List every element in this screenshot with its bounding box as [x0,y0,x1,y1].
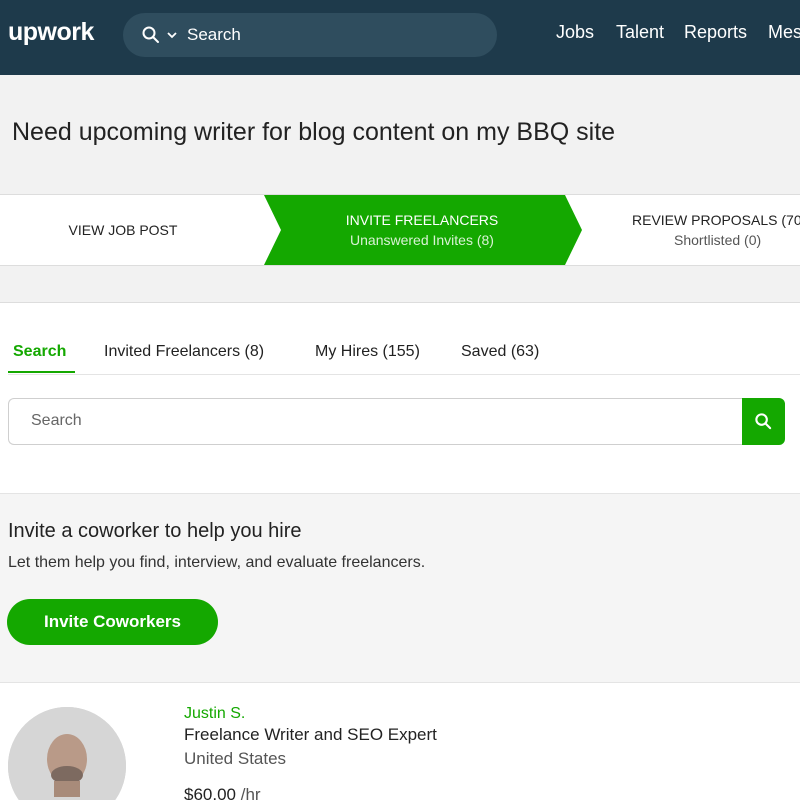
avatar-photo [8,707,126,800]
tab-divider [8,374,800,375]
global-search[interactable]: Search [123,13,497,57]
search-button[interactable] [742,398,785,445]
top-nav: upwork Search Jobs Talent Reports Mes [0,0,800,75]
active-tab-indicator [8,371,75,373]
step-label: VIEW JOB POST [68,222,178,238]
nav-link-jobs[interactable]: Jobs [556,22,594,43]
search-placeholder: Search [31,412,82,429]
avatar[interactable] [8,707,126,800]
tab-invited-freelancers[interactable]: Invited Freelancers (8) [104,343,264,361]
nav-link-talent[interactable]: Talent [616,22,664,43]
rate-unit: /hr [236,785,261,800]
step-sublabel: Unanswered Invites (8) [350,232,494,248]
invite-coworker-section: Invite a coworker to help you hire Let t… [0,493,800,683]
freelancer-rate: $60.00 /hr [184,785,261,800]
chevron-down-icon[interactable] [165,27,179,43]
step-sublabel: Shortlisted (0) [674,232,762,248]
nav-link-reports[interactable]: Reports [684,22,747,43]
nav-link-messages[interactable]: Mes [768,22,800,43]
invite-coworker-title: Invite a coworker to help you hire [8,520,302,542]
invite-freelancers-panel: Search Invited Freelancers (8) My Hires … [0,302,800,800]
tab-bar: Search Invited Freelancers (8) My Hires … [8,343,800,375]
step-review-proposals[interactable]: REVIEW PROPOSALS (70 Shortlisted (0) [600,195,800,265]
search-icon [755,413,772,430]
step-invite-freelancers[interactable]: INVITE FREELANCERS Unanswered Invites (8… [272,195,572,265]
step-label: INVITE FREELANCERS [345,212,499,228]
invite-coworker-description: Let them help you find, interview, and e… [8,554,426,571]
freelancer-card[interactable]: Justin S. Freelance Writer and SEO Exper… [0,683,800,800]
upwork-logo[interactable]: upwork [8,18,94,47]
step-view-job-post[interactable]: VIEW JOB POST [0,195,264,265]
tab-saved[interactable]: Saved (63) [461,343,539,361]
search-icon [142,26,159,43]
invite-coworkers-button[interactable]: Invite Coworkers [7,599,218,645]
freelancer-location: United States [184,749,287,768]
freelancer-name[interactable]: Justin S. [184,705,245,723]
hiring-steps: VIEW JOB POST INVITE FREELANCERS Unanswe… [0,194,800,266]
rate-amount: $60.00 [184,785,236,800]
freelancer-search-input[interactable]: Search [8,398,742,445]
freelancer-title: Freelance Writer and SEO Expert [184,725,437,744]
page-title: Need upcoming writer for blog content on… [12,118,616,146]
global-search-placeholder: Search [187,25,241,44]
tab-search[interactable]: Search [13,343,66,361]
step-label: REVIEW PROPOSALS (70 [632,212,800,228]
tab-my-hires[interactable]: My Hires (155) [315,343,420,361]
